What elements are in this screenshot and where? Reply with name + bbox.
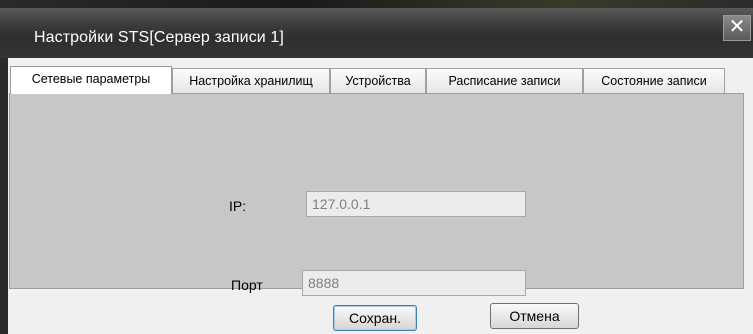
tab-recording-status[interactable]: Состояние записи xyxy=(583,68,725,93)
cancel-button[interactable]: Отмена xyxy=(490,303,579,329)
tab-storage-settings[interactable]: Настройка хранилищ xyxy=(172,68,330,93)
tab-devices[interactable]: Устройства xyxy=(330,68,426,93)
ip-field[interactable]: 127.0.0.1 xyxy=(306,191,526,217)
port-field[interactable]: 8888 xyxy=(302,270,526,296)
ip-label: IP: xyxy=(229,198,247,214)
background-strip xyxy=(0,0,753,8)
tab-recording-schedule[interactable]: Расписание записи xyxy=(426,68,583,93)
port-label: Порт xyxy=(231,277,263,293)
window-border xyxy=(0,58,8,334)
window-title: Настройки STS[Сервер записи 1] xyxy=(34,29,284,46)
tab-bar: Сетевые параметры Настройка хранилищ Уст… xyxy=(8,66,753,94)
settings-dialog: Настройки STS[Сервер записи 1] ✕ Сетевые… xyxy=(0,8,753,334)
network-settings-panel: IP: 127.0.0.1 Порт 8888 xyxy=(9,93,744,296)
close-icon[interactable]: ✕ xyxy=(723,15,751,41)
dialog-body: Сетевые параметры Настройка хранилищ Уст… xyxy=(8,58,753,334)
title-bar[interactable]: Настройки STS[Сервер записи 1] ✕ xyxy=(0,8,753,58)
tab-network-settings[interactable]: Сетевые параметры xyxy=(10,66,172,94)
save-button[interactable]: Сохран. xyxy=(333,305,417,331)
